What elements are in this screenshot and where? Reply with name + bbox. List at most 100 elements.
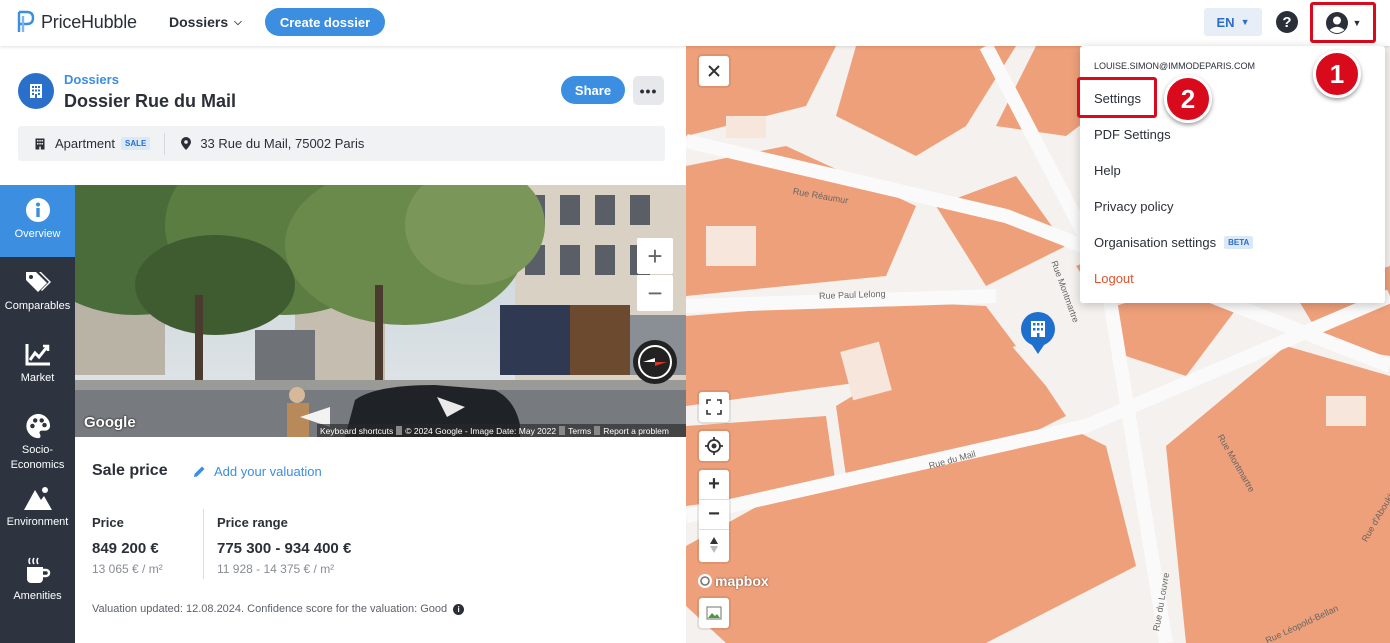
language-selector[interactable]: EN ▼	[1204, 8, 1262, 36]
sale-price-title: Sale price	[92, 462, 168, 479]
sidebar-item-socio-economics[interactable]: Socio- Economics	[0, 401, 75, 473]
building-icon	[18, 73, 54, 109]
street-zoom-out-button[interactable]: −	[637, 275, 673, 311]
mapbox-logo: mapbox	[697, 573, 769, 589]
copyright-text: © 2024 Google - Image Date: May 2022	[405, 425, 557, 436]
tags-icon	[25, 272, 51, 292]
dossier-header: Dossiers Dossier Rue du Mail Share ••• A…	[0, 46, 686, 184]
more-options-icon[interactable]: •••	[633, 76, 664, 105]
terms-link[interactable]: Terms	[565, 426, 594, 436]
sidebar-item-environment[interactable]: Environment	[0, 473, 75, 545]
user-email: LOUISE.SIMON@IMMODEPARIS.COM	[1094, 61, 1255, 71]
crosshair-icon	[705, 437, 723, 455]
dossier-panel: Dossiers Dossier Rue du Mail Share ••• A…	[0, 46, 686, 643]
language-label: EN	[1216, 14, 1235, 30]
mountain-icon	[23, 487, 52, 510]
sidebar-item-comparables[interactable]: Comparables	[0, 257, 75, 329]
deal-type-badge: SALE	[120, 137, 151, 150]
map-zoom-out-button[interactable]: −	[699, 500, 729, 530]
image-icon	[706, 606, 722, 620]
logo-mark-icon	[17, 10, 35, 32]
keyboard-shortcuts-link[interactable]: Keyboard shortcuts	[317, 426, 396, 436]
beta-badge: BETA	[1224, 236, 1254, 249]
price-range-per-m2: 11 928 - 14 375 € / m²	[217, 562, 335, 576]
help-icon[interactable]: ?	[1276, 11, 1298, 33]
fullscreen-button[interactable]	[699, 392, 729, 422]
brand-logo[interactable]: PriceHubble	[16, 10, 137, 34]
menu-item-privacy-policy[interactable]: Privacy policy	[1094, 199, 1173, 214]
price-range-column: Price range 775 300 - 934 400 € 11 928 -…	[217, 515, 351, 576]
map-zoom-in-button[interactable]: +	[699, 470, 729, 500]
building-icon	[35, 138, 45, 149]
google-logo: Google	[84, 414, 136, 431]
menu-item-pdf-settings[interactable]: PDF Settings	[1094, 127, 1171, 142]
nav-dossiers-dropdown[interactable]: Dossiers ⌵	[169, 14, 242, 30]
chevron-down-icon: ⌵	[234, 16, 242, 28]
close-map-button[interactable]	[699, 56, 729, 86]
breadcrumb-dossiers[interactable]: Dossiers	[64, 72, 119, 87]
price-range-label: Price range	[217, 515, 288, 530]
price-value: 849 200 €	[92, 540, 159, 557]
menu-item-logout[interactable]: Logout	[1094, 271, 1134, 286]
menu-item-help[interactable]: Help	[1094, 163, 1121, 178]
north-arrow-icon	[710, 537, 718, 553]
valuation-note: Valuation updated: 12.08.2024. Confidenc…	[92, 603, 465, 615]
property-address: 33 Rue du Mail, 75002 Paris	[200, 136, 365, 151]
create-dossier-button[interactable]: Create dossier	[265, 8, 385, 36]
palette-icon	[25, 413, 50, 439]
mapbox-icon	[698, 574, 712, 588]
chart-icon	[25, 344, 50, 366]
valuation-note-text: Valuation updated: 12.08.2024. Confidenc…	[92, 603, 448, 615]
map-image-button[interactable]	[699, 598, 729, 628]
sidebar-item-amenities[interactable]: Amenities	[0, 545, 75, 617]
chevron-down-icon: ▼	[1352, 18, 1362, 28]
menu-item-settings[interactable]: Settings	[1094, 91, 1141, 106]
divider	[203, 509, 204, 579]
info-icon[interactable]: i	[453, 603, 465, 615]
close-icon	[708, 65, 720, 77]
street-view-image	[75, 185, 686, 437]
user-circle-icon	[1325, 12, 1348, 34]
sidebar-item-label: Environment	[6, 516, 69, 528]
chevron-down-icon: ▼	[1240, 17, 1250, 27]
geolocate-button[interactable]	[699, 431, 729, 461]
valuation-section: Sale price Add your valuation Price 849 …	[75, 437, 686, 643]
sidebar-item-overview[interactable]: Overview	[0, 185, 75, 257]
property-info-bar: Apartment SALE 33 Rue du Mail, 75002 Par…	[18, 126, 665, 161]
share-button[interactable]: Share	[561, 76, 625, 104]
compass-icon[interactable]	[633, 340, 677, 384]
sidebar-item-label: Overview	[14, 228, 61, 240]
step-marker-2: 2	[1164, 75, 1212, 123]
menu-item-organisation-settings[interactable]: Organisation settings BETA	[1094, 235, 1254, 250]
add-valuation-link[interactable]: Add your valuation	[193, 464, 322, 479]
price-column: Price 849 200 € 13 065 € / m²	[92, 515, 163, 576]
coffee-icon	[26, 557, 50, 583]
add-valuation-label: Add your valuation	[214, 464, 322, 479]
sidebar-item-market[interactable]: Market	[0, 329, 75, 401]
pencil-icon	[194, 466, 205, 477]
sidebar-item-label: Socio- Economics	[10, 444, 65, 471]
price-per-m2: 13 065 € / m²	[92, 562, 163, 576]
price-range-value: 775 300 - 934 400 €	[217, 540, 352, 557]
map-pin-icon	[181, 137, 192, 150]
property-type: Apartment	[55, 136, 115, 151]
map-zoom-controls: + −	[699, 470, 729, 562]
sidebar-item-label: Comparables	[4, 300, 71, 312]
mapbox-label: mapbox	[715, 573, 769, 589]
section-sidebar: Overview Comparables Market Socio- Econo…	[0, 185, 75, 643]
step-marker-1: 1	[1313, 50, 1361, 98]
fullscreen-icon	[706, 399, 722, 415]
brand-name: PriceHubble	[41, 11, 137, 32]
sidebar-item-label: Market	[20, 372, 55, 384]
page-title: Dossier Rue du Mail	[64, 91, 237, 111]
report-problem-link[interactable]: Report a problem	[600, 426, 672, 436]
street-view[interactable]: + − Google Keyboard shortcuts © 2024 Goo…	[75, 185, 686, 437]
compass-reset-button[interactable]	[699, 530, 729, 560]
street-zoom-in-button[interactable]: +	[637, 238, 673, 274]
user-menu-button[interactable]: ▼	[1312, 4, 1374, 42]
property-map-pin-icon[interactable]	[1019, 310, 1057, 356]
top-bar: PriceHubble Dossiers ⌵ Create dossier EN…	[0, 0, 1390, 46]
price-label: Price	[92, 515, 124, 530]
menu-item-label: Organisation settings	[1094, 235, 1217, 250]
sidebar-item-label: Amenities	[13, 590, 62, 602]
